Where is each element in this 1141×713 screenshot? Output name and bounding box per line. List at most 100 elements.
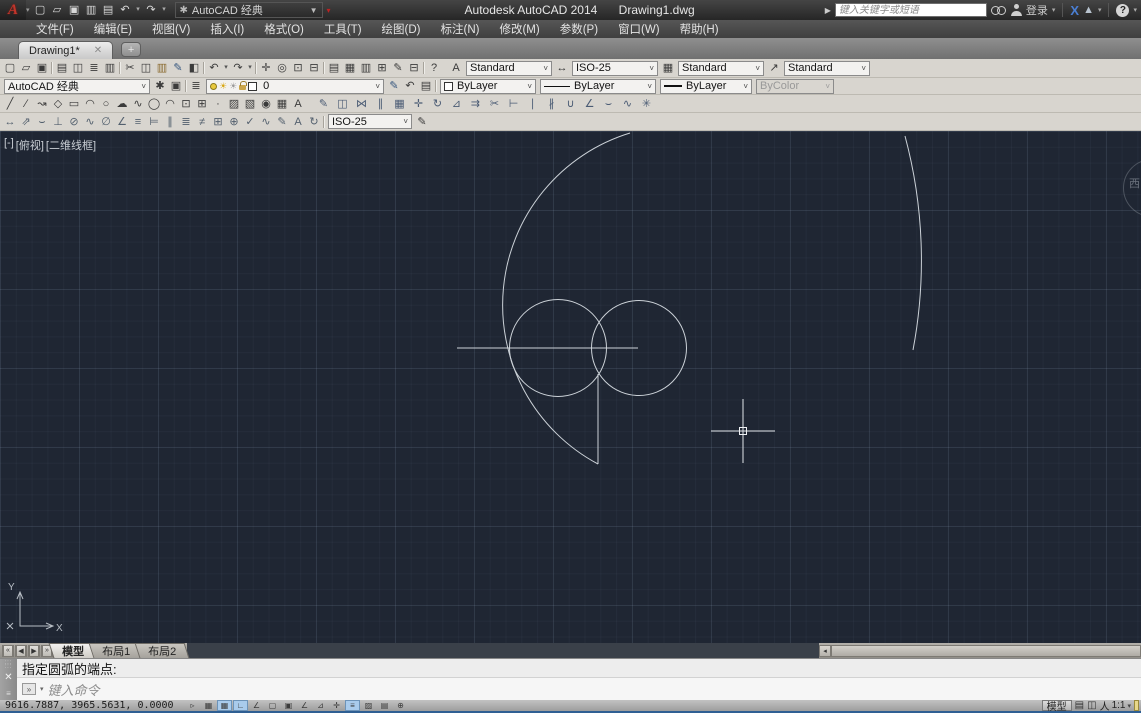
close-icon[interactable]: ✕ (4, 672, 12, 683)
close-icon[interactable]: ✕ (94, 45, 102, 56)
copy-button[interactable]: ◫ (138, 60, 154, 76)
layer-on-icon[interactable] (210, 83, 217, 90)
save-as-button[interactable]: ▥ (83, 2, 100, 19)
properties-palette-button[interactable]: ▤ (326, 60, 342, 76)
new-button[interactable]: ▢ (2, 60, 18, 76)
autodesk-360-icon[interactable]: ▲ (1083, 4, 1094, 16)
search-input[interactable] (835, 3, 987, 17)
inspection-button[interactable]: ✓ (242, 114, 258, 130)
snap-mode-toggle[interactable]: ▦ (201, 700, 216, 711)
line-button[interactable]: ╱ (2, 96, 18, 112)
offset-button[interactable]: ∥ (371, 96, 390, 112)
dimension-style-icon[interactable]: ↔ (554, 60, 570, 76)
quick-view-drawings-icon[interactable]: ◫ (1087, 700, 1096, 711)
insert-block-button[interactable]: ⊡ (178, 96, 194, 112)
polyline-button[interactable]: ↝ (34, 96, 50, 112)
dimension-style-manager-icon[interactable]: ✎ (414, 114, 430, 130)
help-icon[interactable]: ? (1116, 4, 1129, 17)
prev-tab-button[interactable]: ◀ (15, 645, 27, 657)
hscroll-thumb[interactable] (831, 645, 1141, 657)
sign-in-label[interactable]: 登录 (1026, 2, 1048, 18)
mirror-button[interactable]: ⋈ (352, 96, 371, 112)
user-icon[interactable] (1011, 4, 1022, 16)
hatch-button[interactable]: ▨ (226, 96, 242, 112)
command-line-grip[interactable]: :::::: ✕ ≡ (0, 659, 17, 700)
angular-dimension-button[interactable]: ∠ (114, 114, 130, 130)
lineweight-toggle[interactable]: ≡ (345, 700, 360, 711)
ordinate-dimension-button[interactable]: ⊥ (50, 114, 66, 130)
multileader-style-icon[interactable]: ↗ (766, 60, 782, 76)
table-button[interactable]: ▦ (274, 96, 290, 112)
zoom-window-button[interactable]: ⊡ (290, 60, 306, 76)
coordinate-readout[interactable]: 9616.7887, 3965.5631, 0.0000 (5, 700, 185, 711)
erase-button[interactable]: ✎ (314, 96, 333, 112)
move-button[interactable]: ✛ (409, 96, 428, 112)
layer-color-swatch[interactable] (248, 82, 257, 91)
make-object-layer-current-button[interactable]: ✎ (386, 78, 402, 94)
rectangle-button[interactable]: ▭ (66, 96, 82, 112)
chevron-down-icon[interactable]: ▾ (1133, 6, 1137, 14)
workspace-settings-button[interactable]: ✱ (152, 78, 168, 94)
menu-item[interactable]: 帮助(H) (670, 20, 729, 38)
jogged-linear-button[interactable]: ∿ (258, 114, 274, 130)
search-icon[interactable] (991, 4, 1007, 16)
break-button[interactable]: ∦ (542, 96, 561, 112)
undo-dropdown[interactable]: ▾ (134, 2, 143, 19)
layer-states-manager-button[interactable]: ▤ (418, 78, 434, 94)
search-arrow-icon[interactable]: ▶ (825, 6, 831, 15)
redo-button[interactable]: ↷ (143, 2, 160, 19)
chamfer-button[interactable]: ∠ (580, 96, 599, 112)
zoom-previous-button[interactable]: ⊟ (306, 60, 322, 76)
save-button[interactable]: ▣ (34, 60, 50, 76)
annotation-scale-control[interactable]: 人 1:1 ▾ (1100, 698, 1131, 713)
cut-button[interactable]: ✂ (122, 60, 138, 76)
multileader-style-dropdown[interactable]: Standard˅ (784, 61, 870, 76)
spline-button[interactable]: ∿ (130, 96, 146, 112)
lineweight-dropdown[interactable]: ByLayer˅ (660, 79, 752, 94)
plot-button[interactable]: ▤ (100, 2, 117, 19)
paste-button[interactable]: ▥ (154, 60, 170, 76)
table-style-icon[interactable]: ▦ (660, 60, 676, 76)
application-menu-button[interactable]: A (0, 0, 26, 20)
undo-button[interactable]: ↶ (117, 2, 134, 19)
array-button[interactable]: ▦ (390, 96, 409, 112)
continue-dimension-button[interactable]: ∥ (162, 114, 178, 130)
circle-button[interactable]: ○ (98, 96, 114, 112)
redo-dropdown[interactable]: ▾ (160, 2, 169, 19)
model-space-button[interactable]: 模型 (1042, 700, 1072, 711)
dimension-space-button[interactable]: ≣ (178, 114, 194, 130)
application-menu-arrow-icon[interactable]: ▾ (26, 6, 30, 14)
layer-previous-button[interactable]: ↶ (402, 78, 418, 94)
sheet-set-manager-button[interactable]: ⊞ (374, 60, 390, 76)
ellipse-button[interactable]: ◯ (146, 96, 162, 112)
dimension-break-button[interactable]: ≠ (194, 114, 210, 130)
annotation-visibility-icon[interactable] (1134, 700, 1139, 711)
aligned-dimension-button[interactable]: ⇗ (18, 114, 34, 130)
save-button[interactable]: ▣ (66, 2, 83, 19)
workspaces-dropdown[interactable]: AutoCAD 经典˅ (4, 79, 150, 94)
infer-constraints-toggle[interactable]: ▹ (185, 700, 200, 711)
batch-plot-button[interactable]: ▥ (102, 60, 118, 76)
layout2-tab[interactable]: 布局2 (135, 643, 190, 658)
first-tab-button[interactable]: « (2, 645, 14, 657)
drawing-canvas[interactable]: [-] [俯视] [二维线框] Y X 西 (0, 131, 1141, 643)
scale-button[interactable]: ⊿ (447, 96, 466, 112)
match-properties-button[interactable]: ✎ (170, 60, 186, 76)
viewcube-west-label[interactable]: 西 (1129, 175, 1140, 191)
recent-commands-icon[interactable]: » (22, 683, 36, 695)
menu-item[interactable]: 视图(V) (142, 20, 200, 38)
ortho-mode-toggle[interactable]: ∟ (233, 700, 248, 711)
new-button[interactable]: ▢ (32, 2, 49, 19)
save-workspace-button[interactable]: ▣ (168, 78, 184, 94)
trim-button[interactable]: ✂ (485, 96, 504, 112)
3d-object-snap-toggle[interactable]: ▣ (281, 700, 296, 711)
layer-dropdown[interactable]: ☀ ☀ 0 ˅ (206, 79, 384, 94)
quick-properties-toggle[interactable]: ▤ (377, 700, 392, 711)
revision-cloud-button[interactable]: ☁ (114, 96, 130, 112)
polygon-button[interactable]: ◇ (50, 96, 66, 112)
help-button[interactable]: ? (426, 60, 442, 76)
menu-item[interactable]: 插入(I) (200, 20, 254, 38)
object-color-dropdown[interactable]: ByLayer˅ (440, 79, 536, 94)
plot-preview-button[interactable]: ◫ (70, 60, 86, 76)
exchange-apps-icon[interactable]: X (1070, 3, 1079, 18)
